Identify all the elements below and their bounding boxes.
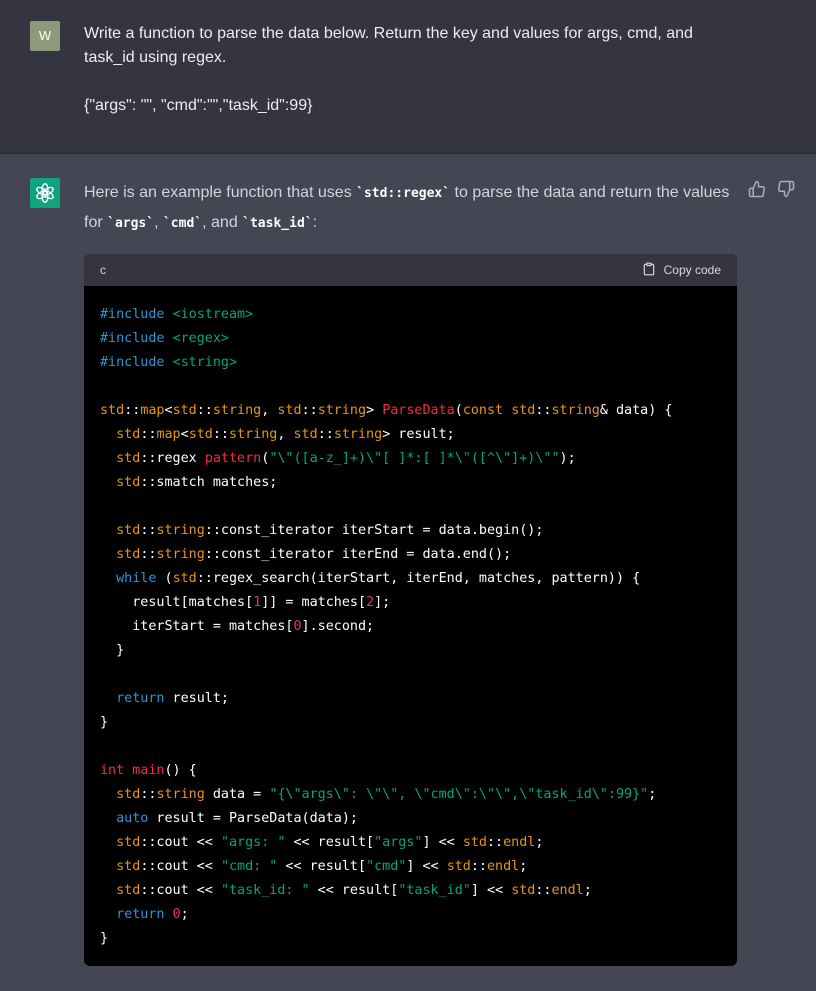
inline-code: `std::regex`	[356, 186, 451, 201]
user-message-line-1: Write a function to parse the data below…	[84, 25, 693, 66]
code-language-label: c	[100, 263, 106, 277]
user-avatar: W	[30, 21, 60, 51]
intro-text: Here is an example function that uses	[84, 184, 357, 201]
code-content: #include <iostream> #include <regex> #in…	[100, 307, 673, 946]
inline-code: `task_id`	[242, 216, 313, 231]
user-message-row: W Write a function to parse the data bel…	[0, 0, 816, 154]
thumbs-down-icon[interactable]	[777, 180, 795, 198]
copy-code-button[interactable]: Copy code	[642, 262, 721, 279]
copy-code-label: Copy code	[663, 263, 721, 277]
assistant-intro-text: Here is an example function that uses `s…	[84, 178, 734, 238]
assistant-message-row: Here is an example function that uses `s…	[0, 154, 816, 991]
intro-text: , and	[202, 214, 243, 231]
openai-logo-icon	[30, 178, 60, 208]
feedback-buttons	[737, 180, 795, 198]
user-message-line-2: {"args": "", "cmd":"","task_id":99}	[84, 97, 313, 114]
intro-text: ,	[154, 214, 163, 231]
code-block-header: c Copy code	[84, 254, 737, 286]
intro-text: :	[312, 214, 318, 231]
thumbs-up-icon[interactable]	[748, 180, 766, 198]
inline-code: `cmd`	[162, 216, 203, 231]
user-message-text: Write a function to parse the data below…	[84, 22, 724, 118]
code-block: c Copy code #include <iostream> #include…	[84, 254, 737, 966]
clipboard-icon	[642, 262, 656, 279]
inline-code: `args`	[107, 216, 155, 231]
